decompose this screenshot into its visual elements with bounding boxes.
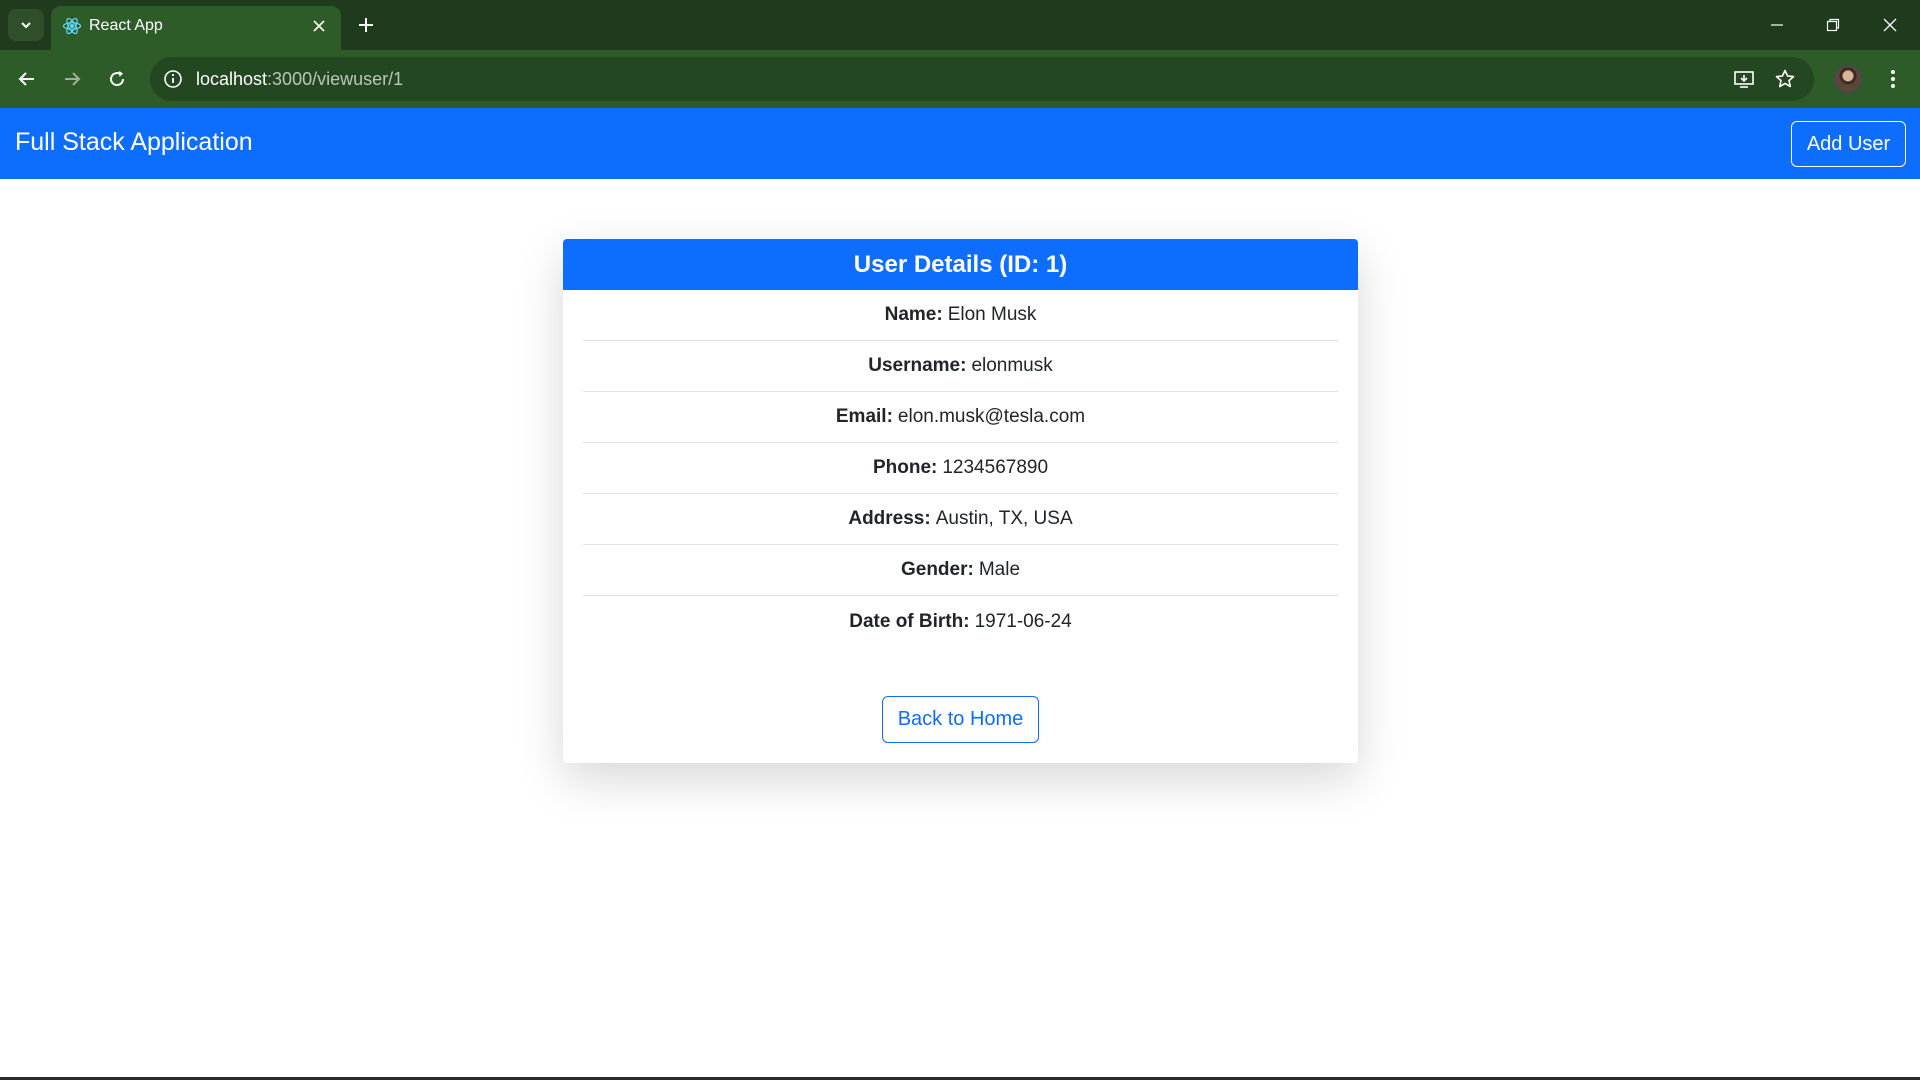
browser-tab-bar: React App bbox=[0, 0, 1920, 50]
reload-icon bbox=[110, 71, 125, 87]
url-host: localhost bbox=[196, 69, 268, 89]
user-details-list: Name: Elon Musk Username: elonmusk Email: e… bbox=[583, 290, 1338, 647]
browser-tab[interactable]: React App bbox=[51, 6, 341, 50]
close-icon bbox=[313, 20, 325, 32]
detail-row-phone: Phone: 1234567890 bbox=[583, 443, 1338, 494]
plus-icon bbox=[359, 18, 373, 32]
tab-search-icon bbox=[21, 22, 31, 29]
add-user-button[interactable]: Add User bbox=[1791, 121, 1906, 167]
detail-value: elonmusk bbox=[971, 355, 1053, 376]
new-tab-button[interactable] bbox=[354, 13, 378, 37]
detail-label: Address: bbox=[848, 508, 931, 529]
detail-value: Elon Musk bbox=[947, 304, 1037, 325]
detail-value: Male bbox=[978, 559, 1021, 580]
detail-value: elon.musk@tesla.com bbox=[897, 406, 1086, 427]
star-icon bbox=[1775, 69, 1795, 88]
detail-row-username: Username: elonmusk bbox=[583, 341, 1338, 392]
back-button[interactable] bbox=[13, 65, 41, 93]
url-text[interactable]: localhost:3000/viewuser/1 bbox=[196, 69, 403, 90]
bookmark-button[interactable] bbox=[1774, 68, 1796, 90]
detail-row-gender: Gender: Male bbox=[583, 545, 1338, 596]
minimize-button[interactable] bbox=[1764, 12, 1790, 38]
browser-menu-button[interactable] bbox=[1880, 65, 1906, 93]
restore-icon bbox=[1826, 18, 1840, 32]
minimize-icon bbox=[1771, 24, 1783, 26]
app-navbar: Full Stack Application Add User bbox=[0, 108, 1920, 179]
user-details-card: User Details (ID: 1) Name: Elon Musk User… bbox=[563, 239, 1358, 763]
detail-value: 1971-06-24 bbox=[974, 610, 1072, 632]
back-arrow-icon bbox=[18, 72, 34, 86]
detail-label: Date of Birth: bbox=[849, 610, 970, 632]
detail-label: Gender: bbox=[900, 559, 974, 580]
detail-row-email: Email: elon.musk@tesla.com bbox=[583, 392, 1338, 443]
window-close-icon bbox=[1883, 18, 1897, 32]
restore-button[interactable] bbox=[1820, 12, 1846, 38]
tab-close-button[interactable] bbox=[309, 16, 329, 36]
reload-button[interactable] bbox=[103, 65, 131, 93]
install-app-button[interactable] bbox=[1733, 68, 1755, 90]
forward-arrow-icon bbox=[65, 72, 81, 86]
kebab-menu-icon bbox=[1891, 70, 1895, 88]
detail-row-address: Address: Austin, TX, USA bbox=[583, 494, 1338, 545]
detail-label: Email: bbox=[835, 406, 893, 427]
card-title: User Details (ID: 1) bbox=[563, 239, 1358, 290]
profile-avatar[interactable] bbox=[1834, 65, 1862, 93]
tab-search-button[interactable] bbox=[8, 9, 44, 41]
address-bar[interactable]: localhost:3000/viewuser/1 bbox=[150, 57, 1814, 101]
detail-value: Austin, TX, USA bbox=[935, 508, 1073, 529]
info-icon[interactable] bbox=[163, 69, 183, 89]
react-logo-icon bbox=[62, 17, 82, 35]
window-close-button[interactable] bbox=[1877, 12, 1903, 38]
forward-button[interactable] bbox=[58, 65, 86, 93]
detail-value: 1234567890 bbox=[942, 457, 1049, 478]
detail-label: Name: bbox=[884, 304, 943, 325]
detail-label: Phone: bbox=[872, 457, 938, 478]
navbar-brand[interactable]: Full Stack Application bbox=[15, 128, 253, 157]
tab-title: React App bbox=[89, 17, 163, 34]
install-app-icon bbox=[1734, 71, 1754, 88]
detail-row-name: Name: Elon Musk bbox=[583, 290, 1338, 341]
back-to-home-button[interactable]: Back to Home bbox=[882, 696, 1039, 743]
url-path: :3000/viewuser/1 bbox=[267, 69, 404, 89]
detail-label: Username: bbox=[868, 355, 967, 376]
detail-row-dob: Date of Birth: 1971-06-24 bbox=[583, 596, 1338, 647]
browser-toolbar: localhost:3000/viewuser/1 bbox=[0, 50, 1920, 108]
